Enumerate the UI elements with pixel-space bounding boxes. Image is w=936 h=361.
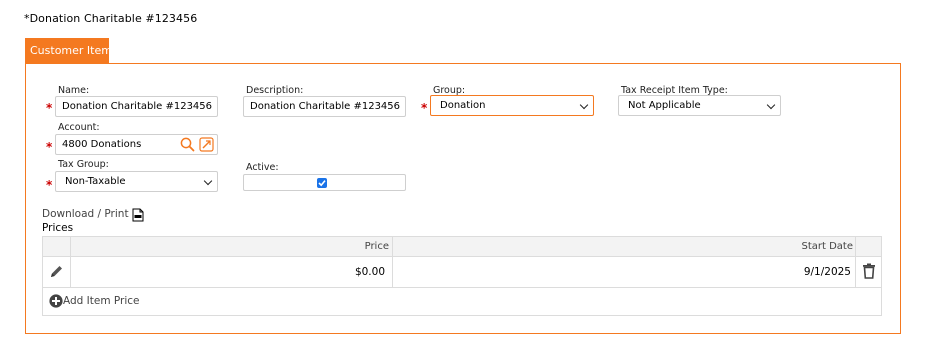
account-field[interactable]: 4800 Donations: [55, 134, 218, 155]
column-header-price[interactable]: Price: [71, 237, 389, 257]
page-title: *Donation Charitable #123456: [24, 12, 198, 25]
required-marker: *: [46, 140, 53, 154]
description-label: Description:: [246, 85, 304, 96]
prices-heading: Prices: [42, 222, 74, 234]
plus-circle-icon: [49, 294, 63, 315]
active-field: [243, 174, 406, 191]
column-divider: [855, 237, 856, 287]
required-marker: *: [46, 101, 53, 115]
required-marker: *: [46, 178, 53, 192]
required-marker: *: [421, 101, 428, 115]
search-icon[interactable]: [180, 137, 195, 152]
pencil-icon[interactable]: [49, 264, 64, 283]
name-label: Name:: [58, 85, 90, 96]
group-select-value: Donation: [440, 100, 486, 111]
active-label: Active:: [246, 162, 279, 173]
tax-group-select[interactable]: Non-Taxable: [55, 171, 218, 192]
tax-group-value: Non-Taxable: [65, 176, 126, 187]
chevron-down-icon: [579, 100, 589, 110]
csv-file-icon[interactable]: [132, 207, 144, 226]
tab-customer-item[interactable]: Customer Item: [25, 38, 112, 63]
tax-receipt-item-type-value: Not Applicable: [628, 100, 701, 111]
price-cell: $0.00: [354, 266, 385, 278]
group-select[interactable]: Donation: [430, 95, 594, 116]
chevron-down-icon: [766, 100, 776, 110]
tax-receipt-item-type-select[interactable]: Not Applicable: [618, 95, 781, 116]
account-label: Account:: [58, 122, 100, 133]
trash-icon[interactable]: [862, 263, 876, 283]
chevron-down-icon: [203, 176, 213, 186]
description-field[interactable]: Donation Charitable #123456: [243, 96, 406, 117]
prices-table: Price Start Date $0.00 9/1/2025 Add Item…: [42, 236, 882, 316]
account-value: 4800 Donations: [62, 139, 142, 150]
column-header-start-date[interactable]: Start Date: [393, 237, 853, 257]
tax-group-label: Tax Group:: [58, 159, 109, 170]
name-field[interactable]: Donation Charitable #123456: [55, 96, 218, 117]
start-date-cell: 9/1/2025: [803, 266, 851, 278]
edit-link-icon[interactable]: [199, 137, 214, 152]
add-item-price-label: Add Item Price: [63, 295, 140, 307]
row-divider: [43, 287, 881, 288]
active-checkbox[interactable]: [317, 178, 327, 188]
download-print-link[interactable]: Download / Print: [42, 208, 129, 220]
